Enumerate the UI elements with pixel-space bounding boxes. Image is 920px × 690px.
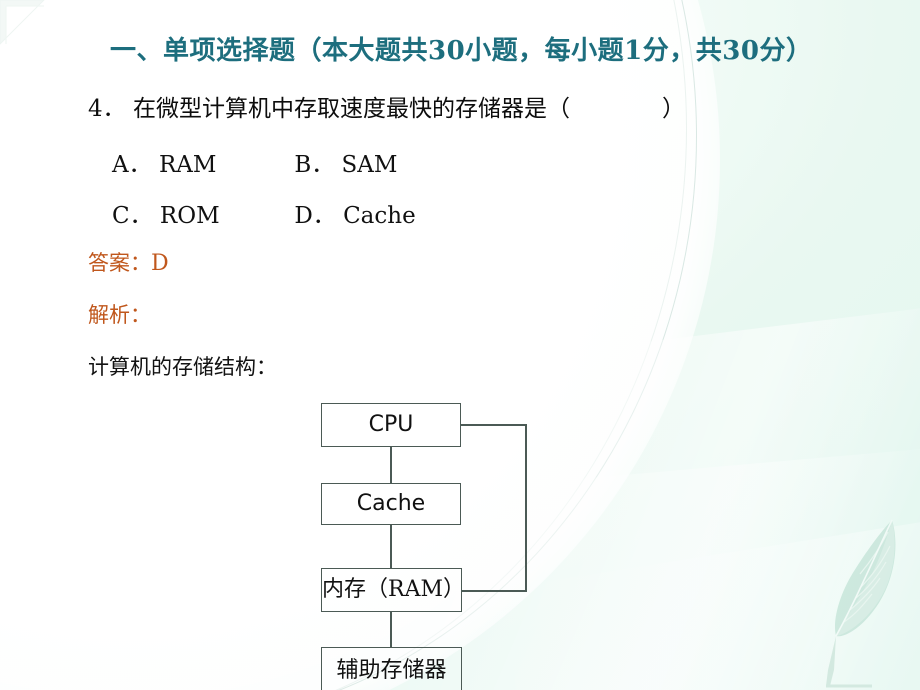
page-title: 一、单项选择题（本大题共30小题，每小题1分，共30分） [110, 36, 813, 66]
option-a[interactable]: A． RAM [112, 145, 287, 179]
answer-line: 答案：D [88, 247, 169, 277]
options-row-top: A． RAM B． SAM [112, 145, 397, 179]
option-c-text: ROM [159, 203, 220, 229]
answer-value: D [151, 251, 169, 276]
question-line: 4． 在微型计算机中存取速度最快的存储器是（ ） [88, 89, 685, 123]
option-b[interactable]: B． SAM [294, 145, 397, 179]
option-c-key: C． [112, 203, 153, 229]
slide-content: 一、单项选择题（本大题共30小题，每小题1分，共30分） 4． 在微型计算机中存… [0, 0, 920, 690]
option-d-key: D． [294, 203, 336, 229]
option-d-text: Cache [343, 203, 416, 229]
question-number: 4． [88, 96, 126, 122]
option-b-text: SAM [341, 152, 398, 178]
structure-caption: 计算机的存储结构： [88, 355, 277, 379]
question-text: 在微型计算机中存取速度最快的存储器是（ ） [132, 96, 685, 122]
option-b-key: B． [294, 152, 335, 178]
options-row-bottom: C． ROM D． Cache [112, 196, 416, 230]
analysis-label: 解析： [88, 303, 151, 327]
answer-label: 答案： [88, 251, 151, 275]
option-a-key: A． [112, 152, 152, 178]
option-c[interactable]: C． ROM [112, 196, 287, 230]
option-d[interactable]: D． Cache [294, 196, 415, 230]
slide-canvas: 一、单项选择题（本大题共30小题，每小题1分，共30分） 4． 在微型计算机中存… [0, 0, 920, 690]
option-a-text: RAM [158, 152, 217, 178]
